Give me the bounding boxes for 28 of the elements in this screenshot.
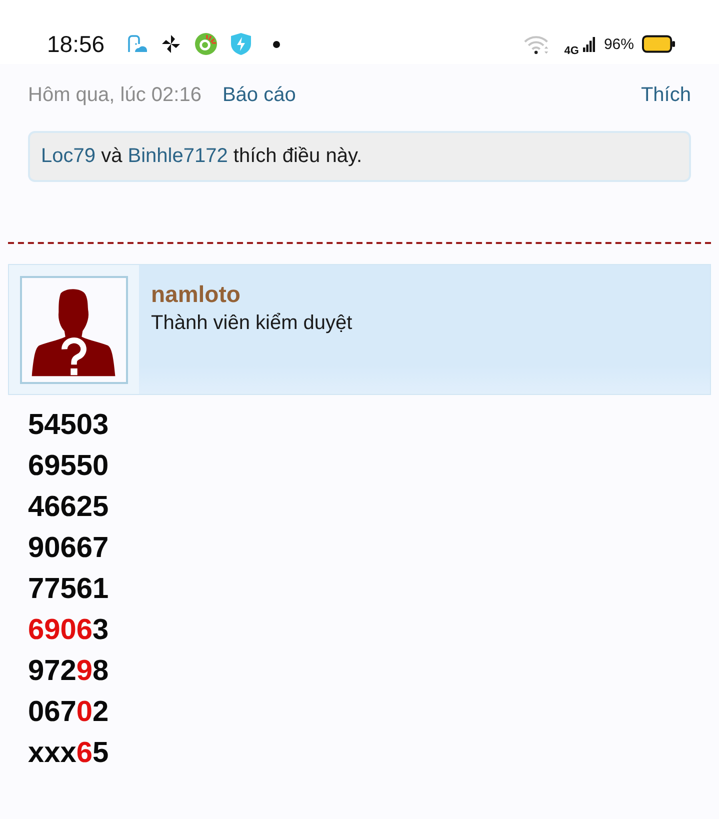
number-line: xxx65 xyxy=(28,736,109,771)
pinwheel-icon xyxy=(160,34,181,54)
number-line: 97298 xyxy=(28,654,109,689)
user-link[interactable]: Binhle7172 xyxy=(128,145,228,167)
username[interactable]: namloto xyxy=(151,280,240,308)
post-date: Hôm qua, lúc 02:16 xyxy=(28,83,202,108)
network-type: 4G xyxy=(564,45,579,57)
number-line: 69550 xyxy=(28,449,109,484)
report-link[interactable]: Báo cáo xyxy=(222,82,296,108)
user-link[interactable]: Loc79 xyxy=(41,145,96,167)
user-role: Thành viên kiểm duyệt xyxy=(151,311,352,336)
number-line: 90667 xyxy=(28,531,109,566)
clock-time: 18:56 xyxy=(47,30,105,58)
like-link[interactable]: Thích xyxy=(640,82,691,108)
battery-percent: 96% xyxy=(604,36,634,52)
wifi-icon xyxy=(524,34,550,54)
number-line: 54503 xyxy=(28,408,109,443)
number-line: 46625 xyxy=(28,490,109,525)
dot-icon xyxy=(272,40,280,48)
signal-icon xyxy=(582,34,595,54)
number-line: 69063 xyxy=(28,613,109,648)
battery-icon xyxy=(642,35,675,53)
number-line: 77561 xyxy=(28,572,109,607)
number-line: 06702 xyxy=(28,695,109,730)
likes-text: Loc79 và Binhle7172 thích điều này. xyxy=(41,145,362,168)
shield-icon xyxy=(230,33,251,55)
ring-icon xyxy=(194,33,217,55)
cloud-icon xyxy=(126,35,147,53)
